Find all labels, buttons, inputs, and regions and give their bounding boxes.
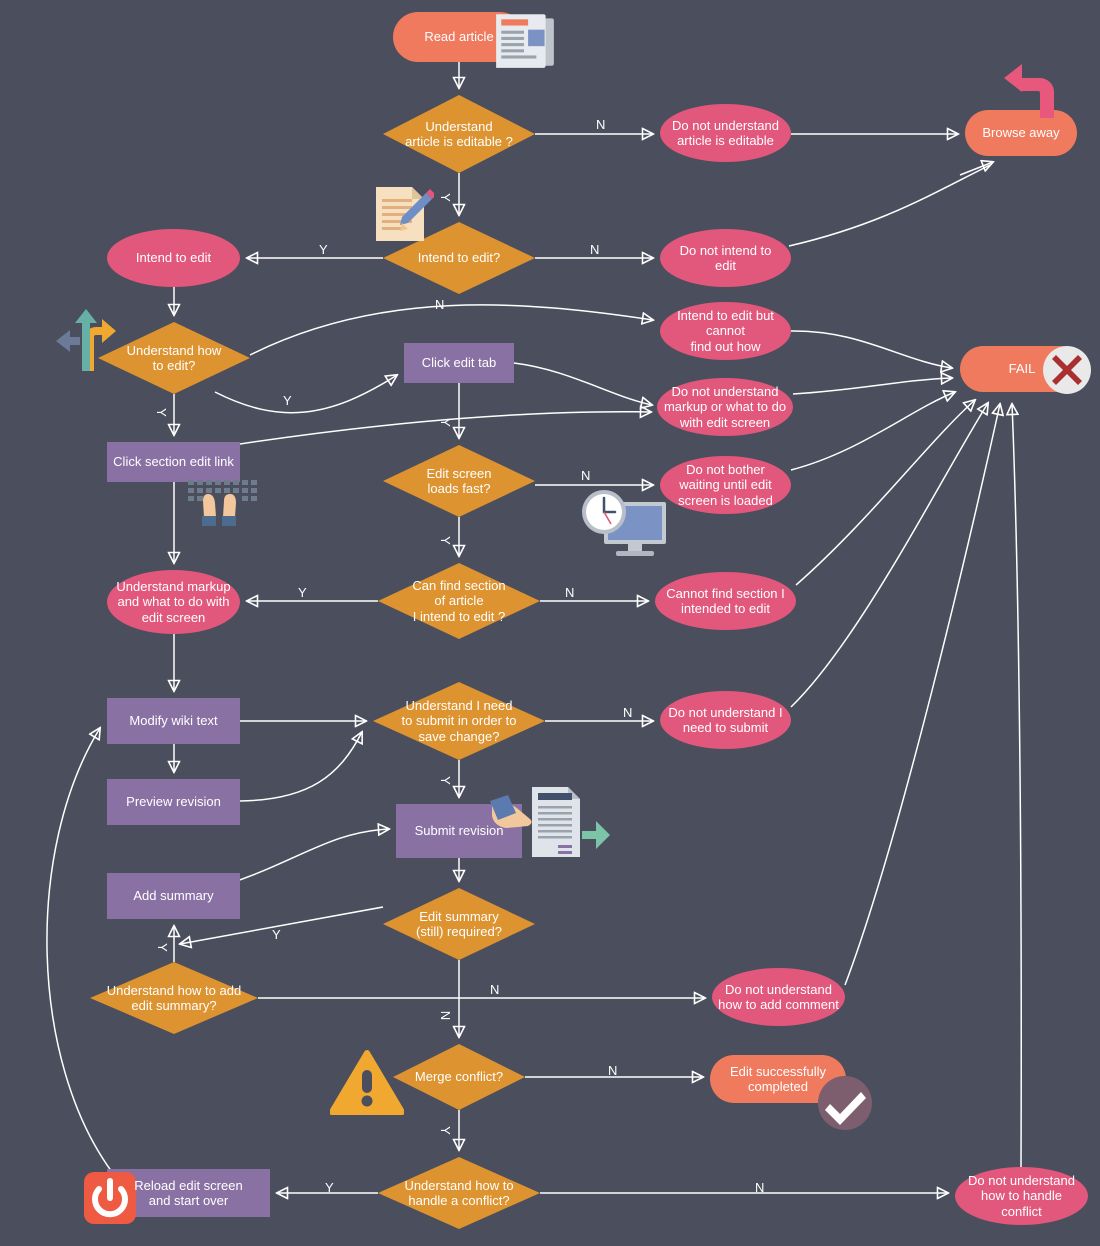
node-label: Browse away [982, 125, 1060, 141]
node-understand_how_to_edit[interactable]: Understand how to edit? [98, 322, 250, 394]
edge-label-l13: N [623, 705, 633, 720]
node-label: Understand how to add edit summary? [106, 982, 242, 1013]
node-label: Click edit tab [421, 355, 497, 371]
node-label: Do not understand how to add comment [718, 981, 839, 1012]
edge-label-l22: N [755, 1180, 765, 1195]
node-label: Do not understand markup or what to do w… [663, 384, 787, 430]
node-dnu_add_comment[interactable]: Do not understand how to add comment [712, 968, 845, 1026]
node-label: Edit summary (still) required? [416, 908, 502, 939]
node-label: Read article [424, 29, 494, 45]
node-click_edit_tab[interactable]: Click edit tab [404, 343, 514, 383]
node-preview_revision[interactable]: Preview revision [107, 779, 240, 825]
three-way-arrow-icon [56, 305, 118, 375]
node-label: Understand I need to submit in order to … [401, 698, 517, 744]
node-label: Submit revision [414, 823, 504, 839]
edge-label-l9: N [581, 468, 591, 483]
node-understand_add_summary[interactable]: Understand how to add edit summary? [90, 962, 258, 1034]
node-label: Edit successfully completed [729, 1063, 827, 1094]
node-label: Do not intend to edit [679, 242, 772, 273]
node-label: Intend to edit but cannot find out how [677, 308, 774, 354]
edge-label-l5: N [435, 297, 445, 312]
edge-label-l11: Y [298, 585, 307, 600]
node-label: Intend to edit? [417, 250, 501, 266]
node-label: Reload edit screen and start over [134, 1177, 243, 1208]
edge-label-l17: N [490, 982, 500, 997]
edge-label-l8: Y [437, 418, 453, 427]
node-label: Merge conflict? [414, 1069, 504, 1085]
node-label: Do not understand I need to submit [668, 704, 783, 735]
node-label: Do not bother waiting until edit screen … [678, 462, 773, 508]
node-label: Edit screen loads fast? [426, 465, 492, 496]
error-x-icon [1042, 345, 1092, 395]
node-dnu_submit[interactable]: Do not understand I need to submit [660, 691, 791, 749]
node-dnu_markup_right[interactable]: Do not understand markup or what to do w… [657, 378, 793, 436]
edge-label-l15: Y [272, 927, 281, 942]
document-edit-icon [368, 183, 436, 245]
node-understand_editable[interactable]: Understand article is editable ? [383, 95, 535, 173]
edge-label-l16: Y [154, 943, 170, 952]
node-understand_conflict[interactable]: Understand how to handle a conflict? [378, 1157, 540, 1229]
warning-triangle-icon [329, 1050, 405, 1116]
node-intend_to_edit[interactable]: Intend to edit [107, 229, 240, 287]
node-label: Add summary [133, 888, 214, 904]
node-dnu_editable[interactable]: Do not understand article is editable [660, 104, 791, 162]
edge-label-l1: N [596, 117, 606, 132]
typing-keyboard-icon [186, 478, 264, 530]
edge-label-l12: N [565, 585, 575, 600]
edge-label-l21: Y [325, 1180, 334, 1195]
edge-label-l6: Y [283, 393, 292, 408]
edge-label-l3: Y [319, 242, 328, 257]
node-label: Do not understand how to handle conflict [968, 1173, 1075, 1219]
node-dnb_waiting[interactable]: Do not bother waiting until edit screen … [660, 456, 791, 514]
node-dni_edit[interactable]: Do not intend to edit [660, 229, 791, 287]
node-label: Understand article is editable ? [405, 118, 513, 149]
edge-label-l19: N [608, 1063, 618, 1078]
node-label: Modify wiki text [129, 713, 218, 729]
node-click_section_edit_link[interactable]: Click section edit link [107, 442, 240, 482]
node-label: Understand how to edit? [126, 342, 222, 373]
node-label: Click section edit link [113, 454, 234, 470]
node-can_find_section[interactable]: Can find section of article I intend to … [378, 563, 540, 639]
node-label: Intend to edit [135, 250, 212, 266]
node-merge_conflict[interactable]: Merge conflict? [393, 1044, 525, 1110]
node-cannot_find_section[interactable]: Cannot find section I intended to edit [655, 572, 796, 630]
node-intend_cannot_find[interactable]: Intend to edit but cannot find out how [660, 302, 791, 360]
edge-label-l14: Y [437, 776, 453, 785]
edge-label-l20: Y [437, 1126, 453, 1135]
node-dnu_handle_conflict[interactable]: Do not understand how to handle conflict [955, 1167, 1088, 1225]
node-modify_wiki_text[interactable]: Modify wiki text [107, 698, 240, 744]
node-label: Do not understand article is editable [672, 117, 779, 148]
node-edit_summary_required[interactable]: Edit summary (still) required? [383, 888, 535, 960]
node-add_summary[interactable]: Add summary [107, 873, 240, 919]
node-understand_markup[interactable]: Understand markup and what to do with ed… [107, 570, 240, 634]
node-label: FAIL [1008, 361, 1036, 377]
node-label: Can find section of article I intend to … [412, 578, 506, 624]
node-label: Preview revision [126, 794, 221, 810]
node-label: Cannot find section I intended to edit [666, 585, 785, 616]
node-understand_submit[interactable]: Understand I need to submit in order to … [373, 682, 545, 760]
edge-label-l2: Y [437, 193, 453, 202]
edge-label-l18: N [438, 1010, 454, 1021]
edge-label-l10: Y [437, 536, 453, 545]
edge-label-l4: N [590, 242, 600, 257]
node-label: Understand how to handle a conflict? [404, 1177, 514, 1208]
curved-back-arrow-icon [990, 62, 1066, 118]
node-edit_screen_loads_fast[interactable]: Edit screen loads fast? [383, 445, 535, 517]
edge-label-l7: Y [153, 408, 169, 417]
flowchart-canvas: Read article Understand article is editab… [0, 0, 1100, 1246]
node-label: Understand markup and what to do with ed… [116, 579, 231, 625]
slow-loading-icon [578, 488, 674, 562]
newspaper-icon [492, 8, 558, 74]
